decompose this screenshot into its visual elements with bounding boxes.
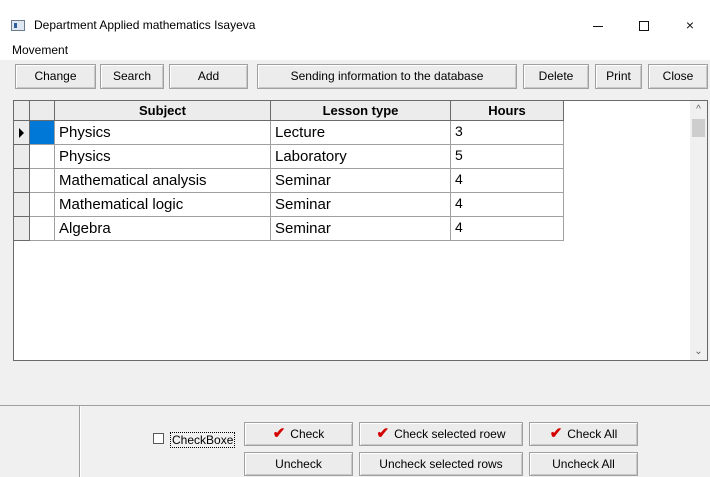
print-button[interactable]: Print	[595, 64, 642, 89]
add-button[interactable]: Add	[169, 64, 248, 89]
red-check-icon: ✔	[376, 425, 390, 442]
column-header-hours[interactable]: Hours	[451, 101, 564, 121]
app-window-icon	[11, 20, 25, 31]
row-indicator[interactable]	[14, 121, 30, 145]
cell-subject[interactable]: Physics	[55, 121, 271, 145]
send-to-database-button[interactable]: Sending information to the database	[257, 64, 517, 89]
uncheck-selected-button[interactable]: Uncheck selected rows	[359, 452, 523, 476]
search-button[interactable]: Search	[100, 64, 164, 89]
cell-lesson-type[interactable]: Seminar	[271, 193, 451, 217]
cell-lesson-type[interactable]: Seminar	[271, 217, 451, 241]
cell-lesson-type[interactable]: Seminar	[271, 169, 451, 193]
check-selected-button[interactable]: ✔ Check selected roew	[359, 422, 523, 446]
cell-subject[interactable]: Mathematical logic	[55, 193, 271, 217]
cell-hours[interactable]: 4	[451, 217, 564, 241]
check-all-button-label: Check All	[567, 427, 618, 441]
cell-hours[interactable]: 4	[451, 193, 564, 217]
scroll-up-icon[interactable]: ^	[690, 101, 707, 118]
row-indicator[interactable]	[14, 145, 30, 169]
checkbox-label[interactable]: CheckBoxe	[170, 432, 236, 448]
column-header-lesson-type[interactable]: Lesson type	[271, 101, 451, 121]
menu-movement[interactable]: Movement	[12, 43, 68, 57]
row-checkbox-cell[interactable]	[30, 217, 55, 241]
check-controls-panel: CheckBoxe ✔ Check ✔ Check selected roew ✔ C…	[0, 405, 710, 477]
check-button[interactable]: ✔ Check	[244, 422, 353, 446]
indicator-header	[14, 101, 30, 121]
red-check-icon: ✔	[272, 425, 286, 442]
row-checkbox-cell[interactable]	[30, 145, 55, 169]
window-title: Department Applied mathematics Isayeva	[34, 18, 256, 32]
row-indicator[interactable]	[14, 169, 30, 193]
cell-subject[interactable]: Physics	[55, 145, 271, 169]
delete-button[interactable]: Delete	[523, 64, 589, 89]
check-selected-button-label: Check selected roew	[394, 427, 506, 441]
title-bar: Department Applied mathematics Isayeva ×	[0, 0, 710, 40]
row-checkbox-cell[interactable]	[30, 169, 55, 193]
data-grid[interactable]: Subject Lesson type Hours Physics Lectur…	[13, 100, 708, 361]
minimize-button[interactable]	[575, 10, 621, 40]
column-header-subject[interactable]: Subject	[55, 101, 271, 121]
cell-hours[interactable]: 4	[451, 169, 564, 193]
menu-bar: Movement	[0, 40, 710, 60]
toolbar: Change Search Add Sending information to…	[0, 60, 710, 92]
change-button[interactable]: Change	[15, 64, 96, 89]
cell-hours[interactable]: 3	[451, 121, 564, 145]
row-indicator[interactable]	[14, 217, 30, 241]
cell-subject[interactable]: Mathematical analysis	[55, 169, 271, 193]
checkbox-column-header	[30, 101, 55, 121]
uncheck-all-button[interactable]: Uncheck All	[529, 452, 638, 476]
red-check-icon: ✔	[549, 425, 563, 442]
scroll-thumb[interactable]	[692, 119, 705, 137]
check-button-label: Check	[290, 427, 325, 441]
uncheck-button[interactable]: Uncheck	[244, 452, 353, 476]
cell-hours[interactable]: 5	[451, 145, 564, 169]
checkbox-square[interactable]	[153, 433, 164, 444]
check-all-button[interactable]: ✔ Check All	[529, 422, 638, 446]
scroll-down-icon[interactable]: ⌄	[690, 343, 707, 360]
cell-lesson-type[interactable]: Laboratory	[271, 145, 451, 169]
row-checkbox-cell[interactable]	[30, 193, 55, 217]
minimize-icon	[593, 25, 603, 27]
maximize-icon	[639, 21, 649, 32]
current-row-arrow-icon	[19, 128, 24, 138]
close-button[interactable]: Close	[648, 64, 708, 89]
row-checkbox-cell[interactable]	[30, 121, 55, 145]
close-icon: ×	[685, 17, 695, 33]
cell-subject[interactable]: Algebra	[55, 217, 271, 241]
row-indicator[interactable]	[14, 193, 30, 217]
vertical-scrollbar[interactable]: ^ ⌄	[690, 101, 707, 360]
maximize-button[interactable]	[621, 10, 667, 40]
panel-divider	[79, 406, 80, 477]
window-close-button[interactable]: ×	[667, 10, 710, 40]
cell-lesson-type[interactable]: Lecture	[271, 121, 451, 145]
